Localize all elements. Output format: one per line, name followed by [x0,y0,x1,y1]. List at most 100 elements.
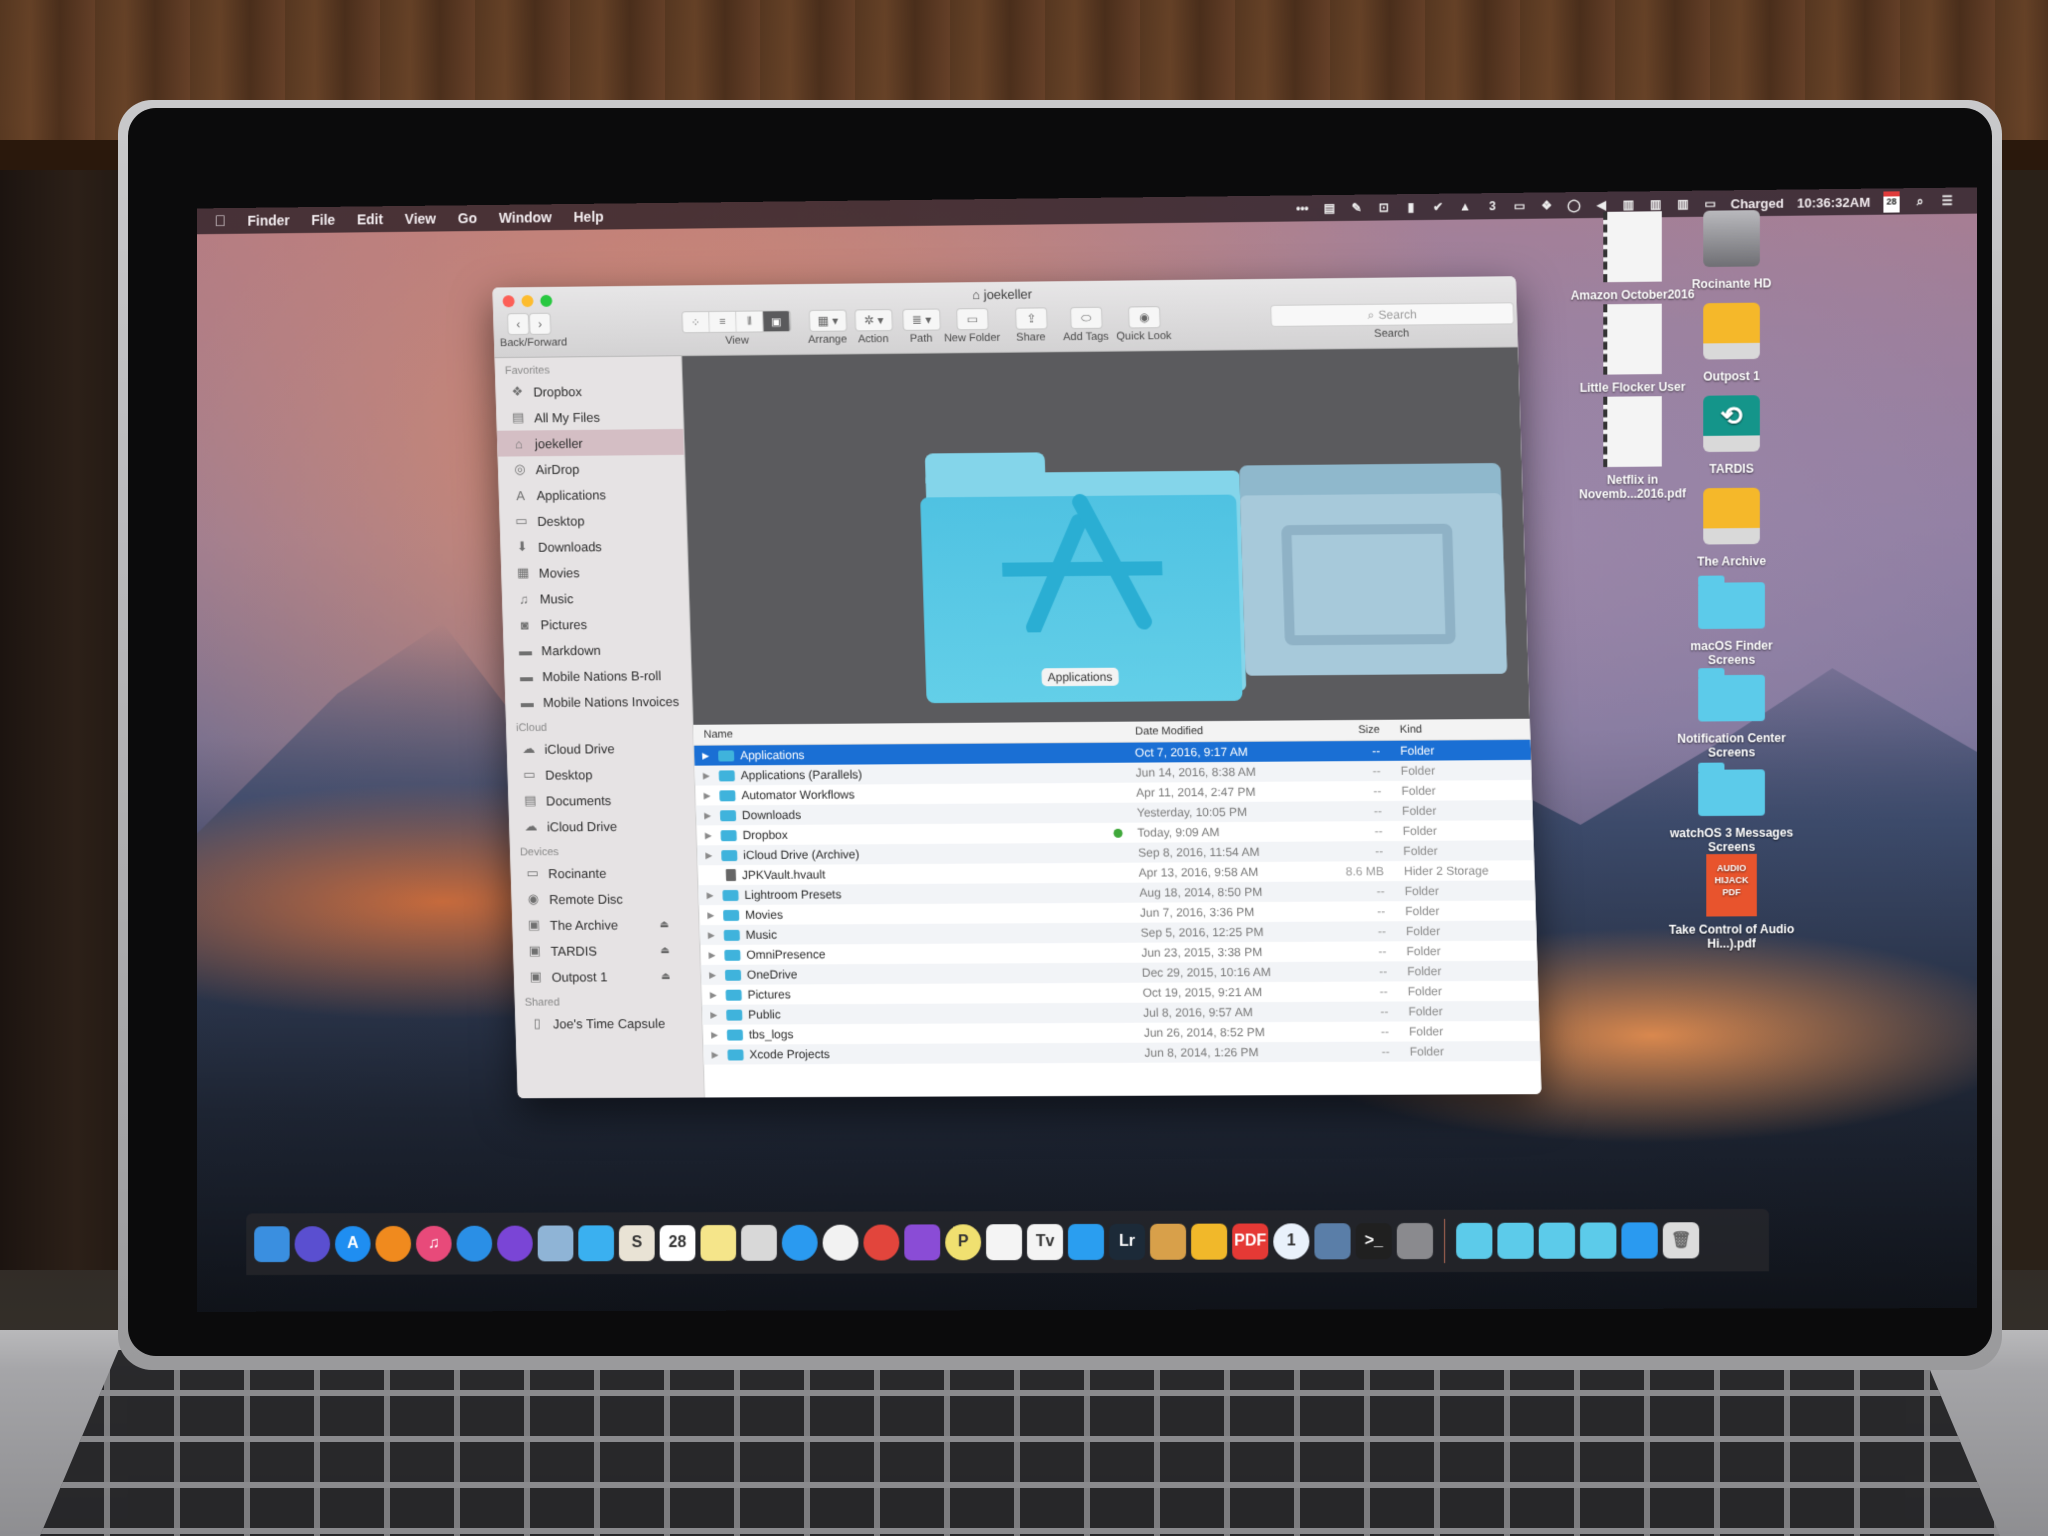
eject-icon[interactable]: ⏏ [659,919,669,930]
display-icon[interactable]: ▭ [1513,199,1527,213]
sidebar-item-icloud-drive[interactable]: ☁ iCloud Drive [509,812,696,839]
table-row[interactable]: ▶ Xcode Projects Jun 8, 2014, 1:26 PM -- Fol… [703,1040,1541,1065]
tools-stack-icon[interactable] [1538,1222,1576,1259]
path-button[interactable]: ≣ ▾ [902,308,941,331]
list-view-button[interactable]: ≡ [709,311,737,332]
spotlight-icon[interactable]: ⌕ [1913,194,1927,208]
disclosure-triangle-icon[interactable]: ▶ [708,949,718,960]
image-capture-icon[interactable] [741,1224,777,1261]
sidebar-item-rocinante[interactable]: ▭ Rocinante [510,859,697,886]
search-field[interactable]: ⌕ Search [1270,302,1515,327]
sidebar-item-airdrop[interactable]: ◎ AirDrop [498,455,685,483]
icon-view-button[interactable]: ⁘ [682,312,710,333]
calendar-icon[interactable]: 28 [1883,190,1900,213]
share-button[interactable]: ⇪ [1015,307,1048,330]
disclosure-triangle-icon[interactable]: ▶ [710,1009,720,1020]
itunes-icon[interactable]: ♫ [416,1225,452,1262]
sidebar-item-movies[interactable]: ▦ Movies [501,558,688,585]
applications-folder-preview[interactable]: Applications [919,450,1247,704]
menu-help[interactable]: Help [574,209,604,225]
download-icon[interactable]: ⊡ [1377,200,1391,214]
safari-tech-preview-icon[interactable] [497,1225,533,1262]
sidebar-item-icloud-drive[interactable]: ☁ iCloud Drive [506,735,693,762]
disclosure-triangle-icon[interactable]: ▶ [709,969,719,980]
desktop-icon-notification-center-screens[interactable]: Notification Center Screens [1666,674,1797,760]
tes-icon[interactable] [1191,1223,1228,1260]
battery-icon[interactable]: ▭ [1703,196,1717,211]
siri-icon[interactable] [294,1226,331,1263]
column-view-button[interactable]: ⫴ [736,311,764,332]
disclosure-triangle-icon[interactable]: ▶ [712,1049,722,1060]
terminal-icon[interactable]: >_ [1355,1223,1392,1260]
messages-stack-icon[interactable] [1621,1222,1658,1259]
pixelmator-icon[interactable]: P [945,1224,982,1261]
check-icon[interactable]: ✔ [1431,200,1445,214]
action-button[interactable]: ✲ ▾ [854,309,894,332]
bell-icon[interactable]: ▲ [1458,199,1472,213]
column-size[interactable]: Size [1315,724,1400,737]
sidebar-item-remote-disc[interactable]: ◉ Remote Disc [511,885,698,912]
disclosure-triangle-icon[interactable]: ▶ [710,989,720,1000]
more-icon[interactable]: ••• [1295,201,1309,215]
disclosure-triangle-icon[interactable]: ▶ [703,770,713,781]
tweetbot-icon[interactable] [578,1225,615,1262]
desktop-icon-the-archive[interactable]: The Archive [1666,487,1797,569]
back-button[interactable]: ‹ [507,312,530,336]
slack-icon[interactable]: S [618,1225,655,1262]
system-preferences-icon[interactable] [1396,1222,1434,1260]
parallels-folder-preview[interactable] [1239,463,1508,686]
eject-icon[interactable]: ⏏ [661,971,671,982]
lightroom-icon[interactable]: Lr [1109,1223,1146,1260]
cpu-meter-icon[interactable]: ▥ [1676,197,1690,211]
desktop-icon-take-control-of-audio-hi-pdf[interactable]: AUDIO HIJACK PDF Take Control of Audio Hi… [1666,853,1797,951]
disclosure-triangle-icon[interactable]: ▶ [705,830,715,841]
sync-icon[interactable]: ◯ [1567,198,1581,212]
omnifocus-icon[interactable] [904,1224,941,1261]
menu-window[interactable]: Window [499,209,552,226]
pdf-expert-icon[interactable]: PDF [1232,1223,1269,1260]
disclosure-triangle-icon[interactable]: ▶ [708,929,718,940]
battery-status[interactable]: Charged [1731,195,1784,211]
sidebar-item-markdown[interactable]: ▬ Markdown [503,636,690,663]
menu-view[interactable]: View [405,211,436,227]
pen-icon[interactable]: ✎ [1350,201,1364,215]
arrange-button[interactable]: ▦ ▾ [808,309,848,332]
disclosure-triangle-icon[interactable]: ▶ [707,890,717,901]
finder-icon[interactable] [254,1226,290,1263]
downloads-stack-icon[interactable] [1580,1222,1617,1259]
sidebar-item-dropbox[interactable]: ❖ Dropbox [495,377,682,405]
sidebar-item-mobile-nations-invoices[interactable]: ▬ Mobile Nations Invoices [505,688,692,715]
new-folder-button[interactable]: ▭ [956,308,989,331]
cover-flow[interactable]: Applications [681,347,1530,725]
sidebar-item-applications[interactable]: A Applications [498,481,685,509]
textedit-tv-icon[interactable]: Tv [1027,1224,1064,1261]
bookmark-icon[interactable]: ▮ [1404,200,1418,214]
clock[interactable]: 10:36:32AM [1797,194,1870,210]
ibooks-icon[interactable] [375,1225,412,1262]
column-kind[interactable]: Kind [1400,723,1531,736]
sidebar-item-outpost-1[interactable]: ▣ Outpost 1 ⏏ [514,963,701,990]
sidebar-item-music[interactable]: ♫ Music [502,584,689,611]
disk-meter-icon[interactable]: ▥ [1621,197,1635,211]
sidebar-item-documents[interactable]: ▤ Documents [508,787,695,814]
apple-menu-icon[interactable]:  [215,213,226,230]
menu-go[interactable]: Go [458,210,477,226]
preview-icon[interactable] [537,1225,574,1262]
sidebar-item-mobile-nations-b-roll[interactable]: ▬ Mobile Nations B-roll [504,662,691,689]
sidebar-item-desktop[interactable]: ▭ Desktop [499,507,686,535]
volume-icon[interactable]: ◀ [1594,198,1608,212]
reminders-icon[interactable] [986,1224,1023,1261]
eject-icon[interactable]: ⏏ [660,945,670,956]
menu-file[interactable]: File [311,212,335,228]
preview-edit-icon[interactable] [1150,1223,1187,1260]
trash-icon[interactable]: 🗑 [1662,1222,1700,1259]
sidebar-item-downloads[interactable]: ⬇ Downloads [500,533,687,561]
quick-look-button[interactable]: ◉ [1128,306,1161,329]
desktop-icon-watchos-3-messages-screens[interactable]: watchOS 3 Messages Screens [1666,769,1797,854]
dropbox-icon[interactable]: ❖ [1540,198,1554,212]
three-icon[interactable]: 3 [1485,199,1499,213]
app-store-icon[interactable]: A [335,1226,371,1262]
menu-app-finder[interactable]: Finder [248,212,290,228]
messages-beta-icon[interactable] [781,1224,818,1261]
sidebar-item-joekeller[interactable]: ⌂ joekeller [496,428,684,457]
